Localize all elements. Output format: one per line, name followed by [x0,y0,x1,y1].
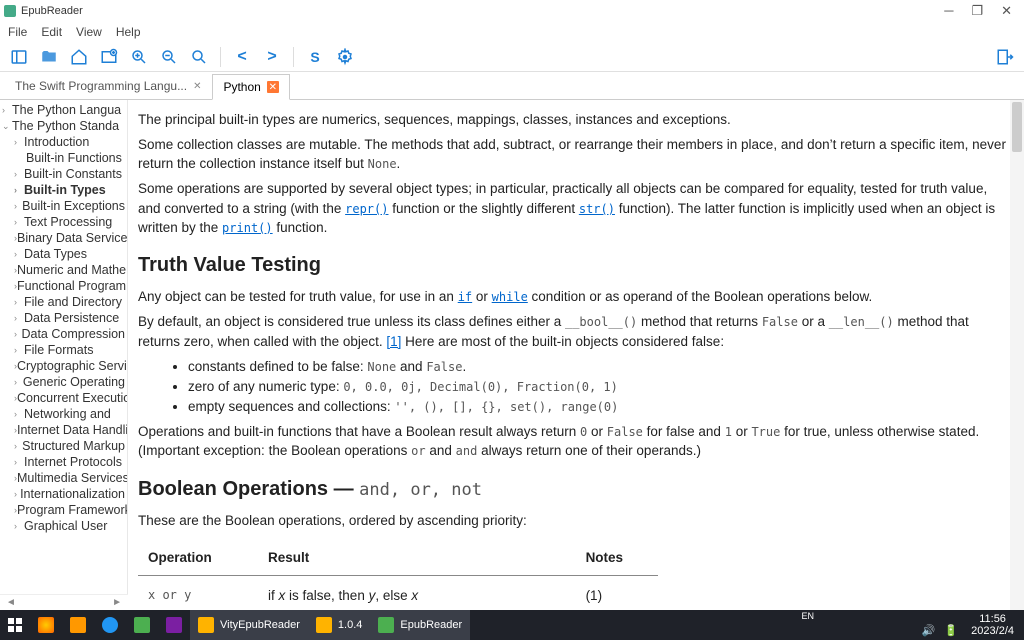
taskbar-app[interactable] [94,610,126,640]
vertical-scrollbar[interactable] [1010,100,1024,610]
str-link[interactable]: str() [579,202,615,216]
sidebar-item[interactable]: Built-in Constants [24,167,122,181]
while-link[interactable]: while [492,290,528,304]
tab-swift[interactable]: The Swift Programming Langu...✕ [4,73,212,99]
taskbar-app[interactable] [126,610,158,640]
start-button[interactable] [0,610,30,640]
taskbar-firefox[interactable] [30,610,62,640]
menu-help[interactable]: Help [116,25,141,39]
footnote-1-link[interactable]: [1] [386,334,401,349]
sidebar-item[interactable]: Built-in Functions [26,151,122,165]
sidebar-item[interactable]: Numeric and Mathematical [17,263,127,277]
sidebar-item[interactable]: Binary Data Services [17,231,127,245]
next-page-icon[interactable]: > [261,46,283,68]
content-area: The principal built-in types are numeric… [128,100,1024,610]
menu-file[interactable]: File [8,25,27,39]
sidebar-item[interactable]: Multimedia Services [17,471,127,485]
open-folder-icon[interactable] [38,46,60,68]
toggle-sidebar-icon[interactable] [8,46,30,68]
taskbar-104[interactable]: 1.0.4 [308,610,370,640]
clock-time[interactable]: 11:56 [971,613,1014,625]
heading-truth: Truth Value Testing [138,251,1006,279]
scroll-left-icon[interactable]: ◄ [2,597,20,608]
taskbar-onenote[interactable] [158,610,190,640]
sidebar-item[interactable]: Internationalization [20,487,125,501]
sidebar-item[interactable]: Internet Protocols [24,455,122,469]
close-icon[interactable]: ✕ [193,81,201,92]
taskbar-epubreader[interactable]: EpubReader [370,610,470,640]
list-item: constants defined to be false: None and … [188,357,1006,376]
menu-edit[interactable]: Edit [41,25,62,39]
exit-icon[interactable] [994,46,1016,68]
sidebar-item[interactable]: Data Compression [21,327,125,341]
sidebar-item[interactable]: Built-in Exceptions [22,199,125,213]
sidebar-item[interactable]: Functional Programming [17,279,127,293]
list-item: zero of any numeric type: 0, 0.0, 0j, De… [188,377,1006,396]
sidebar-item[interactable]: Data Persistence [24,311,119,325]
table-row: x or yif x is false, then y, else x(1) [138,576,658,610]
toc-sidebar[interactable]: ›The Python Langua ⌄The Python Standa ›I… [0,100,128,594]
sidebar-item-selected[interactable]: Built-in Types [24,183,106,197]
taskbar-sublime[interactable] [62,610,94,640]
sidebar-item[interactable]: Generic Operating [23,375,125,389]
style-button[interactable]: S [304,46,326,68]
battery-icon[interactable]: 🔋 [944,625,958,637]
prev-page-icon[interactable]: < [231,46,253,68]
sidebar-item[interactable]: Data Types [24,247,87,261]
repr-link[interactable]: repr() [345,202,388,216]
taskbar-vityepub[interactable]: VityEpubReader [190,610,308,640]
sidebar-item[interactable]: Graphical User [24,519,107,533]
sidebar-item[interactable]: The Python Langua [12,103,121,117]
sidebar-item[interactable]: File Formats [24,343,93,357]
heading-boolean: Boolean Operations — and, or, not [138,475,1006,503]
sidebar-item[interactable]: Structured Markup [22,439,125,453]
zoom-in-icon[interactable] [128,46,150,68]
operations-table: OperationResultNotes x or yif x is false… [138,540,658,610]
minimize-button[interactable]: ─ [944,3,953,19]
app-icon [4,5,16,17]
tab-python[interactable]: Python✕ [212,74,289,100]
sidebar-item[interactable]: Cryptographic Services [17,359,127,373]
if-link[interactable]: if [458,290,472,304]
window-title: EpubReader [21,5,944,17]
search-icon[interactable] [188,46,210,68]
menu-view[interactable]: View [76,25,102,39]
home-icon[interactable] [68,46,90,68]
sound-icon[interactable]: 🔊 [922,625,936,637]
taskbar: VityEpubReader 1.0.4 EpubReader EN 🔊 🔋 1… [0,610,1024,640]
settings-icon[interactable] [334,46,356,68]
sidebar-item[interactable]: Introduction [24,135,89,149]
clock-date[interactable]: 2023/2/4 [971,625,1014,637]
print-link[interactable]: print() [222,221,273,235]
sidebar-item[interactable]: The Python Standa [12,119,119,133]
close-button[interactable]: ✕ [1001,3,1012,19]
sidebar-item[interactable]: Networking and [24,407,111,421]
close-icon[interactable]: ✕ [267,81,279,93]
sidebar-item[interactable]: Text Processing [24,215,112,229]
sidebar-item[interactable]: File and Directory [24,295,122,309]
sidebar-item[interactable]: Concurrent Execution [17,391,127,405]
sidebar-item[interactable]: Program Frameworks [17,503,127,517]
scroll-right-icon[interactable]: ► [108,597,126,608]
lang-indicator[interactable]: EN [801,612,814,622]
maximize-button[interactable]: ❐ [971,3,983,19]
sidebar-item[interactable]: Internet Data Handling [17,423,127,437]
library-icon[interactable] [98,46,120,68]
zoom-out-icon[interactable] [158,46,180,68]
list-item: empty sequences and collections: '', (),… [188,397,1006,416]
